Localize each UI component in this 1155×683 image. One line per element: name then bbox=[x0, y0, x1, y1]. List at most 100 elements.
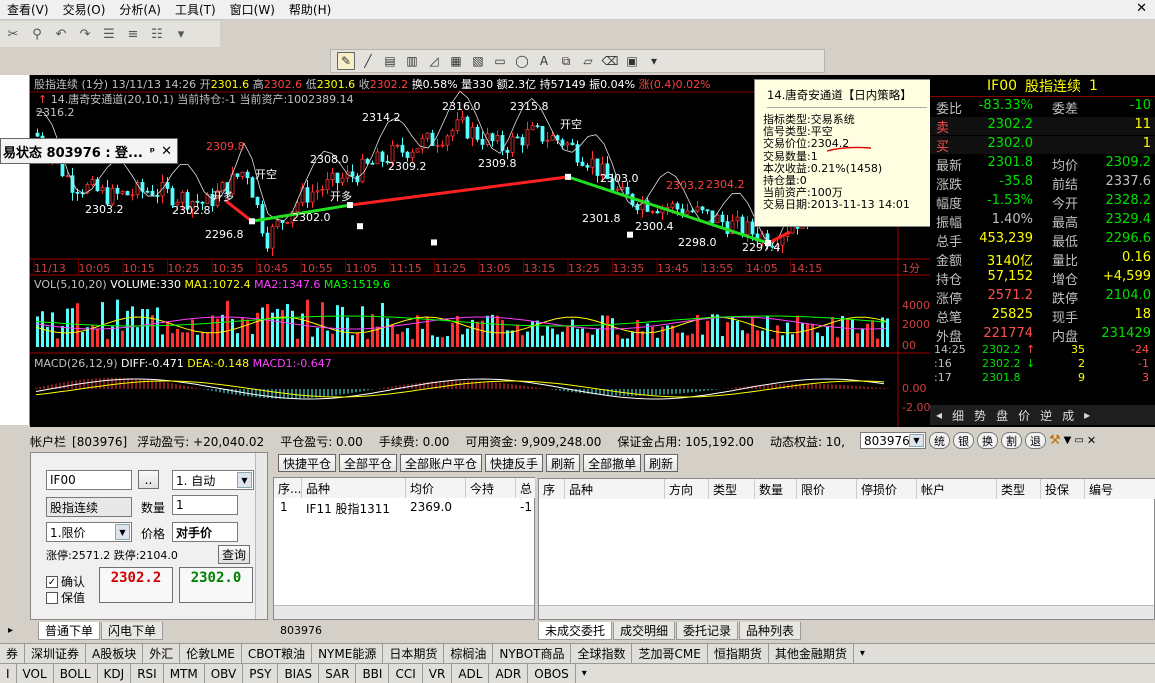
close-icon[interactable]: ✕ bbox=[1136, 1, 1147, 16]
indicator-tab[interactable]: BBI bbox=[356, 664, 390, 683]
indent-icon[interactable]: ☰ bbox=[100, 25, 118, 43]
market-tab[interactable]: 其他金融期货 bbox=[769, 644, 854, 663]
close-all-accounts-button[interactable]: 全部账户平仓 bbox=[400, 454, 483, 472]
refresh-orders-button[interactable]: 刷新 bbox=[644, 454, 679, 472]
close-icon[interactable]: ✕ bbox=[161, 144, 172, 159]
settings-icon[interactable]: ▣ bbox=[623, 52, 641, 70]
align-icon[interactable]: ≡ bbox=[124, 25, 142, 43]
col-header[interactable]: 帐户 bbox=[917, 479, 997, 499]
menu-help[interactable]: 帮助(H) bbox=[282, 1, 338, 18]
toolbar-more-icon[interactable]: ▾ bbox=[645, 52, 663, 70]
circle-icon[interactable]: ◯ bbox=[513, 52, 531, 70]
tab-contracts[interactable]: 品种列表 bbox=[739, 621, 802, 640]
indicator-tab[interactable]: BOLL bbox=[54, 664, 98, 683]
tab-scroll-icon[interactable]: ▾ bbox=[854, 644, 871, 663]
indicator-tab[interactable]: BIAS bbox=[278, 664, 320, 683]
tab-fills[interactable]: 成交明细 bbox=[613, 621, 676, 640]
quote-tab[interactable]: 价 bbox=[1018, 407, 1030, 424]
market-tab[interactable]: CBOT粮油 bbox=[242, 644, 313, 663]
copy-icon[interactable]: ⧉ bbox=[557, 52, 575, 70]
col-header[interactable]: 限价 bbox=[797, 479, 857, 499]
market-tab[interactable]: 全球指数 bbox=[571, 644, 633, 663]
switch-button[interactable]: 换 bbox=[977, 432, 998, 449]
refresh-button[interactable]: 刷新 bbox=[546, 454, 581, 472]
indicator-tab[interactable]: ADR bbox=[489, 664, 529, 683]
quick-close-button[interactable]: 快捷平仓 bbox=[278, 454, 337, 472]
line-icon[interactable]: ╱ bbox=[359, 52, 377, 70]
hammer-icon[interactable]: ⚒ bbox=[1049, 433, 1061, 448]
col-header[interactable]: 停损价 bbox=[857, 479, 917, 499]
market-tab[interactable]: 恒指期货 bbox=[708, 644, 769, 663]
tab-scroll-left-icon[interactable]: ▸ bbox=[0, 625, 38, 636]
confirm-option[interactable]: ✓ 确认 bbox=[46, 573, 85, 590]
quote-tab[interactable]: 势 bbox=[974, 407, 986, 424]
tab-order-history[interactable]: 委托记录 bbox=[676, 621, 739, 640]
tab-normal-order[interactable]: 普通下单 bbox=[38, 621, 101, 640]
pencil-icon[interactable]: ✎ bbox=[337, 52, 355, 70]
indicator-tab[interactable]: OBV bbox=[205, 664, 244, 683]
indicator-tab[interactable]: SAR bbox=[319, 664, 357, 683]
bars-icon[interactable]: ▥ bbox=[403, 52, 421, 70]
dropdown-icon[interactable]: ▼ bbox=[1064, 435, 1072, 446]
menu-tools[interactable]: 工具(T) bbox=[168, 1, 223, 18]
quote-tab[interactable]: 盘 bbox=[996, 407, 1008, 424]
market-tab[interactable]: NYBOT商品 bbox=[493, 644, 572, 663]
col-header[interactable]: 类型 bbox=[997, 479, 1041, 499]
indicator-tab[interactable]: ADL bbox=[452, 664, 490, 683]
text-icon[interactable]: A bbox=[535, 52, 553, 70]
indicator-tab[interactable]: VR bbox=[423, 664, 453, 683]
redo-icon[interactable]: ↷ bbox=[76, 25, 94, 43]
fibonacci-icon[interactable]: ▦ bbox=[447, 52, 465, 70]
quote-tab[interactable]: 成 bbox=[1062, 407, 1074, 424]
market-tab[interactable]: 外汇 bbox=[143, 644, 181, 663]
tab-right-icon[interactable]: ▸ bbox=[1084, 408, 1090, 422]
hedge-option[interactable]: 保值 bbox=[46, 589, 85, 606]
browse-button[interactable]: .. bbox=[138, 470, 159, 489]
col-header[interactable]: 序... bbox=[274, 478, 302, 498]
binoculars-icon[interactable]: ⚲ bbox=[28, 25, 46, 43]
tab-pending-orders[interactable]: 未成交委托 bbox=[538, 621, 613, 640]
indicator-tab[interactable]: VOL bbox=[17, 664, 54, 683]
tab-scroll-icon[interactable]: ▾ bbox=[576, 664, 593, 683]
sell-button[interactable]: 2302.0 bbox=[179, 567, 253, 603]
vertical-scrollbar[interactable] bbox=[255, 453, 267, 619]
col-header[interactable]: 数量 bbox=[755, 479, 797, 499]
code-input[interactable]: IF00 bbox=[46, 470, 132, 490]
bank-button[interactable]: 银 bbox=[953, 432, 974, 449]
query-button[interactable]: 查询 bbox=[218, 545, 250, 564]
indicator-tab[interactable]: RSI bbox=[131, 664, 164, 683]
indicator-tab[interactable]: CCI bbox=[389, 664, 423, 683]
tab-flash-order[interactable]: 闪电下单 bbox=[101, 621, 164, 640]
open-close-mode-select[interactable]: 1. 自动 ▼ bbox=[172, 470, 254, 490]
col-header[interactable]: 方向 bbox=[665, 479, 709, 499]
col-header[interactable]: 投保 bbox=[1041, 479, 1085, 499]
delete-icon[interactable]: ⌫ bbox=[601, 52, 619, 70]
cancel-all-button[interactable]: 全部撤单 bbox=[583, 454, 642, 472]
restore-icon[interactable]: ▭ bbox=[1074, 435, 1083, 446]
quote-tab[interactable]: 细 bbox=[952, 407, 964, 424]
qty-input[interactable]: 1 bbox=[172, 495, 238, 515]
menu-analysis[interactable]: 分析(A) bbox=[112, 1, 168, 18]
market-tab[interactable]: NYME能源 bbox=[312, 644, 384, 663]
table-row[interactable]: 1 IF11 股指1311 2369.0 -1 bbox=[274, 500, 534, 518]
account-select[interactable]: 803976 ▼ bbox=[860, 432, 926, 449]
indicator-tab[interactable]: PSY bbox=[243, 664, 279, 683]
col-header[interactable]: 序 bbox=[539, 479, 565, 499]
pin-icon[interactable]: ᵖ bbox=[150, 145, 155, 158]
indicator-tab[interactable]: KDJ bbox=[98, 664, 132, 683]
col-header[interactable]: 今持 bbox=[466, 478, 516, 498]
horizontal-scrollbar[interactable] bbox=[539, 605, 1154, 619]
menu-window[interactable]: 窗口(W) bbox=[223, 1, 282, 18]
tools-icon[interactable]: ✂ bbox=[4, 25, 22, 43]
checkbox-icon[interactable] bbox=[46, 591, 58, 604]
market-tab[interactable]: 伦敦LME bbox=[180, 644, 242, 663]
market-tab[interactable]: 棕榈油 bbox=[444, 644, 494, 663]
col-header[interactable]: 品种 bbox=[302, 478, 406, 498]
col-header[interactable]: 编号 bbox=[1085, 479, 1155, 499]
stats-button[interactable]: 统 bbox=[929, 432, 950, 449]
quote-tab[interactable]: 逆 bbox=[1040, 407, 1052, 424]
undo-icon[interactable]: ↶ bbox=[52, 25, 70, 43]
eraser-icon[interactable]: ▱ bbox=[579, 52, 597, 70]
menu-view[interactable]: 查看(V) bbox=[0, 1, 56, 18]
fan-icon[interactable]: ◿ bbox=[425, 52, 443, 70]
